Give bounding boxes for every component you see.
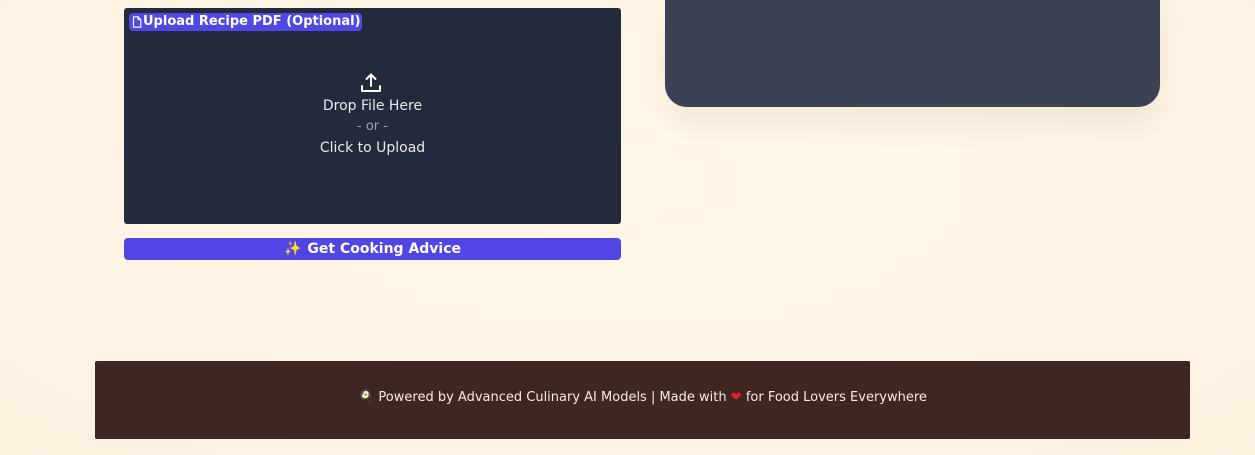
upload-label: Upload Recipe PDF (Optional) xyxy=(129,13,362,31)
advice-output-card xyxy=(665,0,1160,107)
footer-text-before: Powered by Advanced Culinary AI Models |… xyxy=(378,390,727,405)
pdf-upload-panel: Upload Recipe PDF (Optional) Drop File H… xyxy=(124,8,621,224)
cook-button-label: Get Cooking Advice xyxy=(307,241,462,257)
drop-file-text: Drop File Here xyxy=(322,98,423,114)
heart-icon: ❤ xyxy=(730,390,742,405)
footer-text-after: for Food Lovers Everywhere xyxy=(745,390,927,405)
frying-pan-icon: 🍳 xyxy=(358,390,375,405)
footer-text: 🍳 Powered by Advanced Culinary AI Models… xyxy=(95,390,1190,405)
page: Upload Recipe PDF (Optional) Drop File H… xyxy=(0,0,1255,455)
footer: 🍳 Powered by Advanced Culinary AI Models… xyxy=(95,361,1190,439)
click-to-upload-text[interactable]: Click to Upload xyxy=(124,140,621,156)
or-separator: - or - xyxy=(357,119,388,134)
file-icon xyxy=(132,16,142,28)
upload-icon xyxy=(359,71,383,95)
get-cooking-advice-button[interactable]: ✨ Get Cooking Advice xyxy=(124,238,621,260)
file-drop-zone[interactable]: Drop File Here - or - Click to Upload xyxy=(124,38,621,224)
upload-label-text: Upload Recipe PDF (Optional) xyxy=(143,14,361,29)
sparkles-icon: ✨ xyxy=(283,241,302,257)
